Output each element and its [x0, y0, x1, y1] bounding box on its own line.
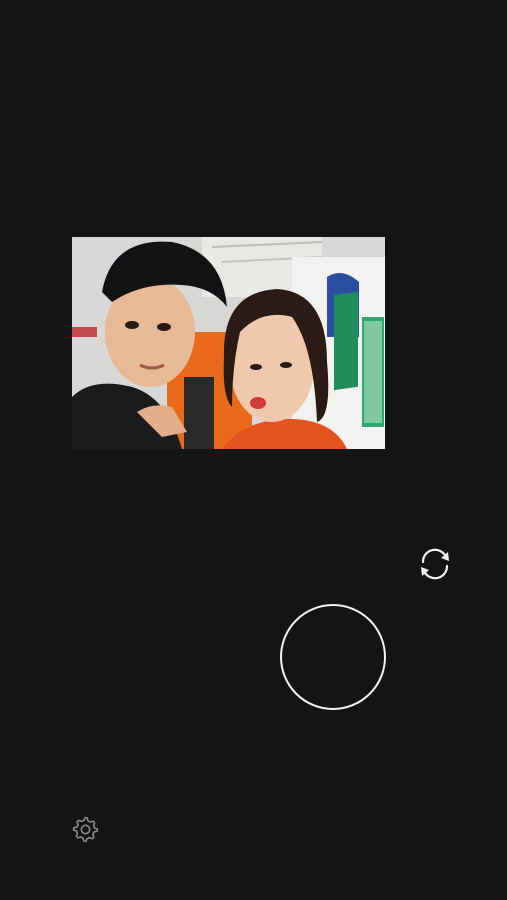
gear-icon	[72, 816, 99, 843]
selfie-illustration	[72, 237, 385, 449]
flip-camera-icon	[421, 548, 449, 580]
flip-camera-button[interactable]	[414, 543, 456, 585]
shutter-button[interactable]	[280, 604, 386, 710]
camera-screen	[0, 0, 507, 900]
camera-preview-photo	[72, 237, 385, 449]
settings-button[interactable]	[68, 812, 102, 846]
